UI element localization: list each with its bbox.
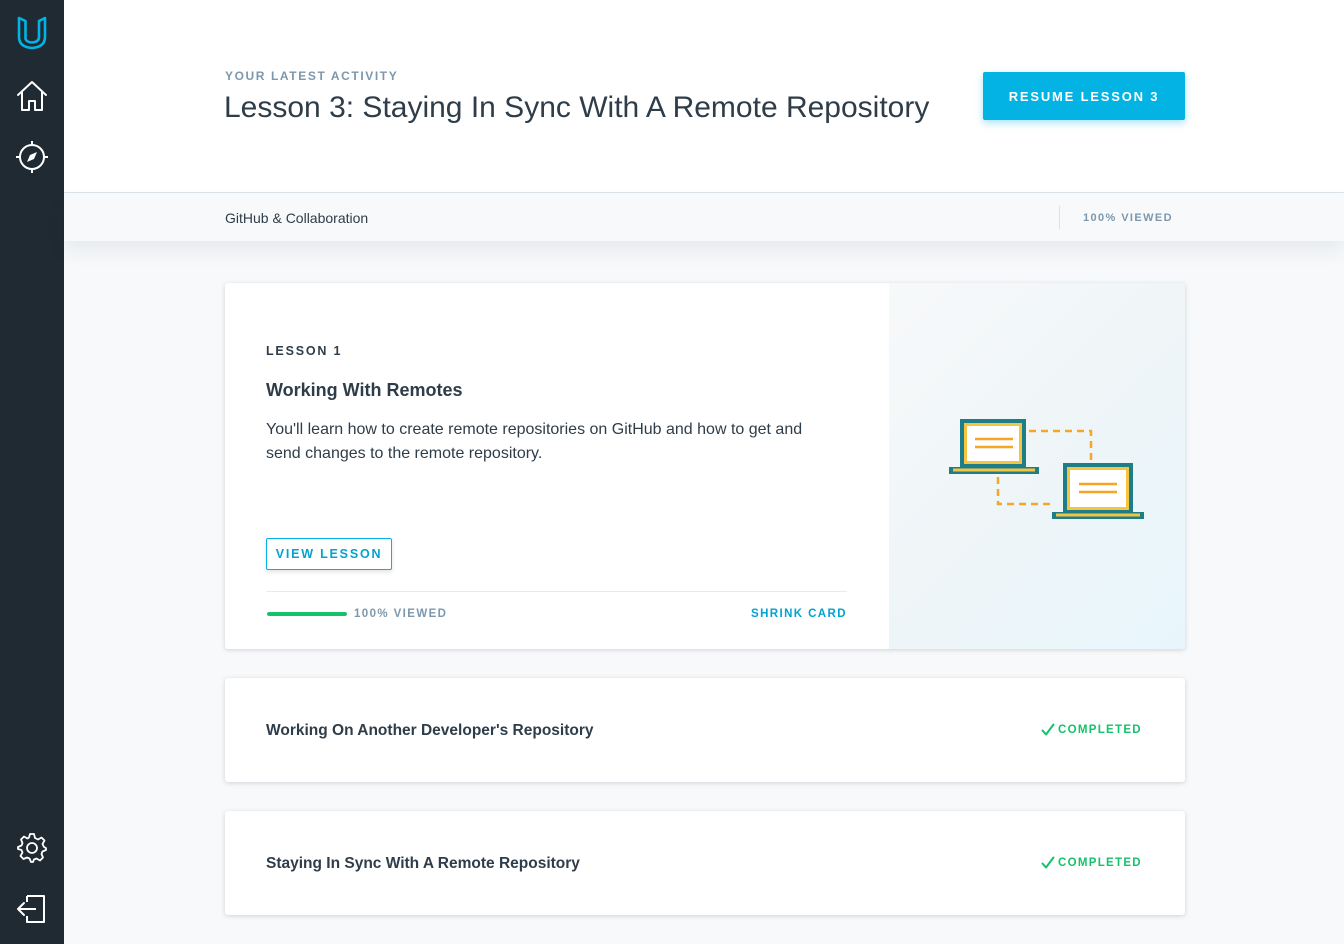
course-subheader: GitHub & Collaboration 100% VIEWED (64, 193, 1344, 241)
lesson-status: COMPLETED (1041, 856, 1142, 870)
lesson-card-collapsed[interactable]: Staying In Sync With A Remote Repository… (225, 811, 1185, 915)
compass-icon[interactable] (14, 139, 50, 175)
page-title: Lesson 3: Staying In Sync With A Remote … (224, 91, 930, 124)
two-laptops-connected-icon (949, 419, 1144, 519)
page-header: YOUR LATEST ACTIVITY Lesson 3: Staying I… (64, 0, 1344, 193)
lesson-title: Working With Remotes (266, 380, 463, 400)
lesson-status-label: COMPLETED (1058, 724, 1142, 736)
lesson-card-content: LESSON 1 Working With Remotes You'll lea… (225, 283, 889, 649)
checkmark-icon (1041, 856, 1055, 869)
course-progress-label: 100% VIEWED (1083, 212, 1173, 224)
lesson-card-expanded: LESSON 1 Working With Remotes You'll lea… (225, 283, 1185, 649)
lesson-number: LESSON 1 (266, 344, 343, 358)
lesson-card-collapsed[interactable]: Working On Another Developer's Repositor… (225, 678, 1185, 782)
lesson-progress-label: 100% VIEWED (354, 608, 448, 620)
lesson-description: You'll learn how to create remote reposi… (266, 421, 803, 462)
view-lesson-button[interactable]: VIEW LESSON (266, 538, 392, 570)
udacity-logo-icon[interactable] (14, 14, 50, 50)
sidebar (0, 0, 64, 944)
divider (266, 591, 847, 592)
settings-gear-icon[interactable] (14, 830, 50, 866)
shrink-card-link[interactable]: SHRINK CARD (751, 608, 847, 620)
lesson-progress-fill (267, 612, 347, 616)
lesson-illustration-panel (889, 283, 1185, 649)
resume-lesson-button[interactable]: RESUME LESSON 3 (983, 72, 1185, 120)
lesson-progress-bar (267, 612, 347, 616)
logout-icon[interactable] (14, 891, 50, 927)
lesson-title: Staying In Sync With A Remote Repository (266, 855, 580, 872)
lesson-status-label: COMPLETED (1058, 857, 1142, 869)
course-name[interactable]: GitHub & Collaboration (225, 210, 368, 226)
lesson-title: Working On Another Developer's Repositor… (266, 722, 594, 739)
latest-activity-eyebrow: YOUR LATEST ACTIVITY (225, 69, 399, 83)
checkmark-icon (1041, 723, 1055, 736)
divider (1059, 206, 1060, 229)
lesson-status: COMPLETED (1041, 723, 1142, 737)
home-icon[interactable] (14, 78, 50, 114)
